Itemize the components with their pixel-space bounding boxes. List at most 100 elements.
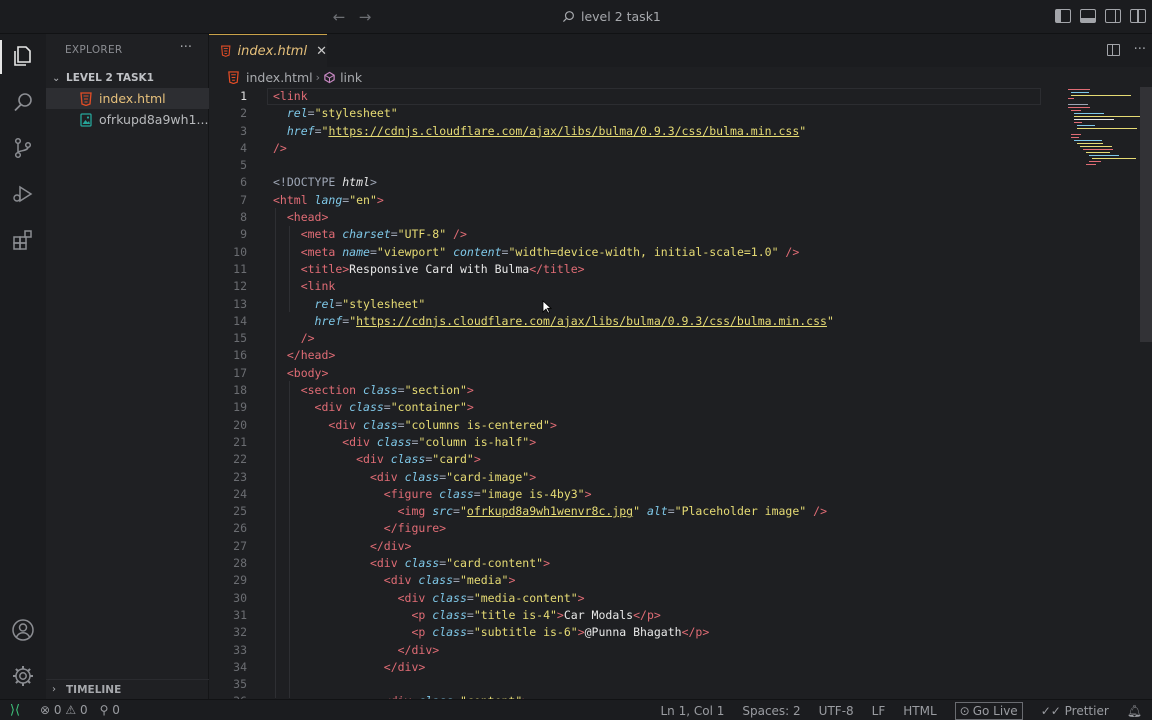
code-line[interactable]: </div> <box>273 642 1073 659</box>
code-token: /> <box>778 244 800 259</box>
bell-icon[interactable]: 🔔︎ <box>1127 704 1142 718</box>
encoding[interactable]: UTF-8 <box>819 704 854 718</box>
run-debug-icon[interactable] <box>11 182 35 206</box>
code-line[interactable]: <div class="card-image"> <box>273 469 1073 486</box>
code-line[interactable]: <div class="column is-half"> <box>273 434 1073 451</box>
code-token: "stylesheet" <box>342 296 426 311</box>
code-line[interactable]: <section class="section"> <box>273 382 1073 399</box>
code-line[interactable]: /> <box>273 330 1073 347</box>
code-content[interactable]: <link rel="stylesheet" href="https://cdn… <box>273 88 1073 699</box>
go-live-button[interactable]: ⊙ Go Live <box>954 701 1023 720</box>
minimap[interactable] <box>1068 87 1140 177</box>
code-line[interactable]: </div> <box>273 659 1073 676</box>
code-token: class <box>432 607 467 622</box>
code-line[interactable]: <div class="card-content"> <box>273 555 1073 572</box>
breadcrumb-symbol[interactable]: link <box>340 70 362 85</box>
command-center-search[interactable]: level 2 task1 <box>562 9 661 24</box>
code-line[interactable]: href="https://cdnjs.cloudflare.com/ajax/… <box>273 123 1073 140</box>
code-line[interactable]: <p class="subtitle is-6">@Punna Bhagath<… <box>273 624 1073 641</box>
code-editor[interactable]: 1 2 3 4 5 6 7 8 9 10 11 12 13 14 15 16 17 18 19 20 21 22 23 24 2… <box>209 87 1152 699</box>
extensions-icon[interactable] <box>11 228 35 252</box>
code-line[interactable]: <link <box>273 278 1073 295</box>
code-line[interactable]: <link <box>273 88 1073 105</box>
line-number: 21 <box>233 434 247 449</box>
language-mode[interactable]: HTML <box>903 704 936 718</box>
split-editor-icon[interactable] <box>1106 44 1120 56</box>
code-line[interactable]: <div class="columns is-centered"> <box>273 417 1073 434</box>
prettier-button[interactable]: ✓✓ Prettier <box>1041 704 1109 718</box>
file-item-image[interactable]: ofrkupd8a9wh1... <box>46 109 209 130</box>
code-line[interactable]: <!DOCTYPE html> <box>273 174 1073 191</box>
back-arrow-icon[interactable]: ← <box>330 8 348 26</box>
code-line[interactable]: href="https://cdnjs.cloudflare.com/ajax/… <box>273 313 1073 330</box>
toggle-secondary-sidebar-icon[interactable] <box>1105 9 1121 23</box>
remote-indicator-icon[interactable]: ⟩⟨ <box>0 700 30 720</box>
code-line[interactable]: <title>Responsive Card with Bulma</title… <box>273 261 1073 278</box>
breadcrumb-file[interactable]: index.html <box>246 70 313 85</box>
vertical-scrollbar[interactable] <box>1140 87 1152 342</box>
problems-indicator[interactable]: ⊗ 0 ⚠ 0 <box>40 703 88 717</box>
code-line[interactable]: <figure class="image is-4by3"> <box>273 486 1073 503</box>
search-icon <box>562 11 574 23</box>
code-token: " <box>459 504 467 519</box>
toggle-panel-icon[interactable] <box>1080 9 1096 23</box>
code-token: Car Modals <box>563 607 634 622</box>
code-token: = <box>369 244 377 259</box>
code-token: /> <box>446 227 467 242</box>
end-of-line[interactable]: LF <box>872 704 886 718</box>
code-line[interactable]: <head> <box>273 209 1073 226</box>
cursor-position[interactable]: Ln 1, Col 1 <box>660 704 724 718</box>
code-line[interactable]: <div class="media-content"> <box>273 590 1073 607</box>
code-line[interactable]: <div class="media"> <box>273 572 1073 589</box>
file-item-index-html[interactable]: index.html <box>46 88 209 109</box>
line-number: 28 <box>233 556 247 571</box>
manage-gear-icon[interactable] <box>11 664 35 688</box>
line-number: 22 <box>233 452 247 467</box>
code-line[interactable]: <body> <box>273 365 1073 382</box>
code-line[interactable]: </head> <box>273 347 1073 364</box>
code-token: = <box>390 227 398 242</box>
explorer-icon[interactable] <box>11 44 35 68</box>
code-line[interactable]: rel="stylesheet" <box>273 105 1073 122</box>
code-token: class <box>363 383 398 398</box>
active-indicator <box>0 40 2 74</box>
ports-indicator[interactable]: ⚲ 0 <box>100 703 120 717</box>
indentation[interactable]: Spaces: 2 <box>742 704 800 718</box>
code-line[interactable]: /> <box>273 140 1073 157</box>
code-token: </head> <box>286 348 336 363</box>
more-actions-icon[interactable]: ··· <box>180 40 192 55</box>
code-line[interactable]: </figure> <box>273 520 1073 537</box>
toggle-primary-sidebar-icon[interactable] <box>1055 9 1071 23</box>
tab-index-html[interactable]: index.html ✕ <box>209 34 327 67</box>
code-line[interactable]: </div> <box>273 538 1073 555</box>
code-token: https://cdnjs.cloudflare.com/ajax/libs/b… <box>356 313 827 328</box>
code-line[interactable]: <meta name="viewport" content="width=dev… <box>273 244 1073 261</box>
code-token: "en" <box>349 192 377 207</box>
close-icon[interactable]: ✕ <box>316 44 327 59</box>
code-token: <div <box>369 556 405 571</box>
code-line[interactable]: <html lang="en"> <box>273 192 1073 209</box>
more-actions-icon[interactable]: ··· <box>1134 42 1146 57</box>
code-line[interactable] <box>273 157 1073 174</box>
code-line[interactable]: <div class="card"> <box>273 451 1073 468</box>
search-icon[interactable] <box>11 90 35 114</box>
code-token: </div> <box>383 659 426 674</box>
code-line[interactable]: <p class="title is-4">Car Modals</p> <box>273 607 1073 624</box>
code-line[interactable]: rel="stylesheet" <box>273 296 1073 313</box>
code-line[interactable] <box>273 676 1073 693</box>
forward-arrow-icon[interactable]: → <box>356 8 374 26</box>
code-line[interactable]: <div class="container"> <box>273 399 1073 416</box>
code-token: "media" <box>459 573 509 588</box>
customize-layout-icon[interactable] <box>1130 9 1146 23</box>
source-control-icon[interactable] <box>11 136 35 160</box>
workspace-folder[interactable]: ⌄ LEVEL 2 TASK1 <box>46 68 209 88</box>
code-line[interactable]: <img src="ofrkupd8a9wh1wenvr8c.jpg" alt=… <box>273 503 1073 520</box>
code-line[interactable]: <meta charset="UTF-8" /> <box>273 226 1073 243</box>
timeline-section[interactable]: › TIMELINE <box>46 679 209 699</box>
account-icon[interactable] <box>11 618 35 642</box>
